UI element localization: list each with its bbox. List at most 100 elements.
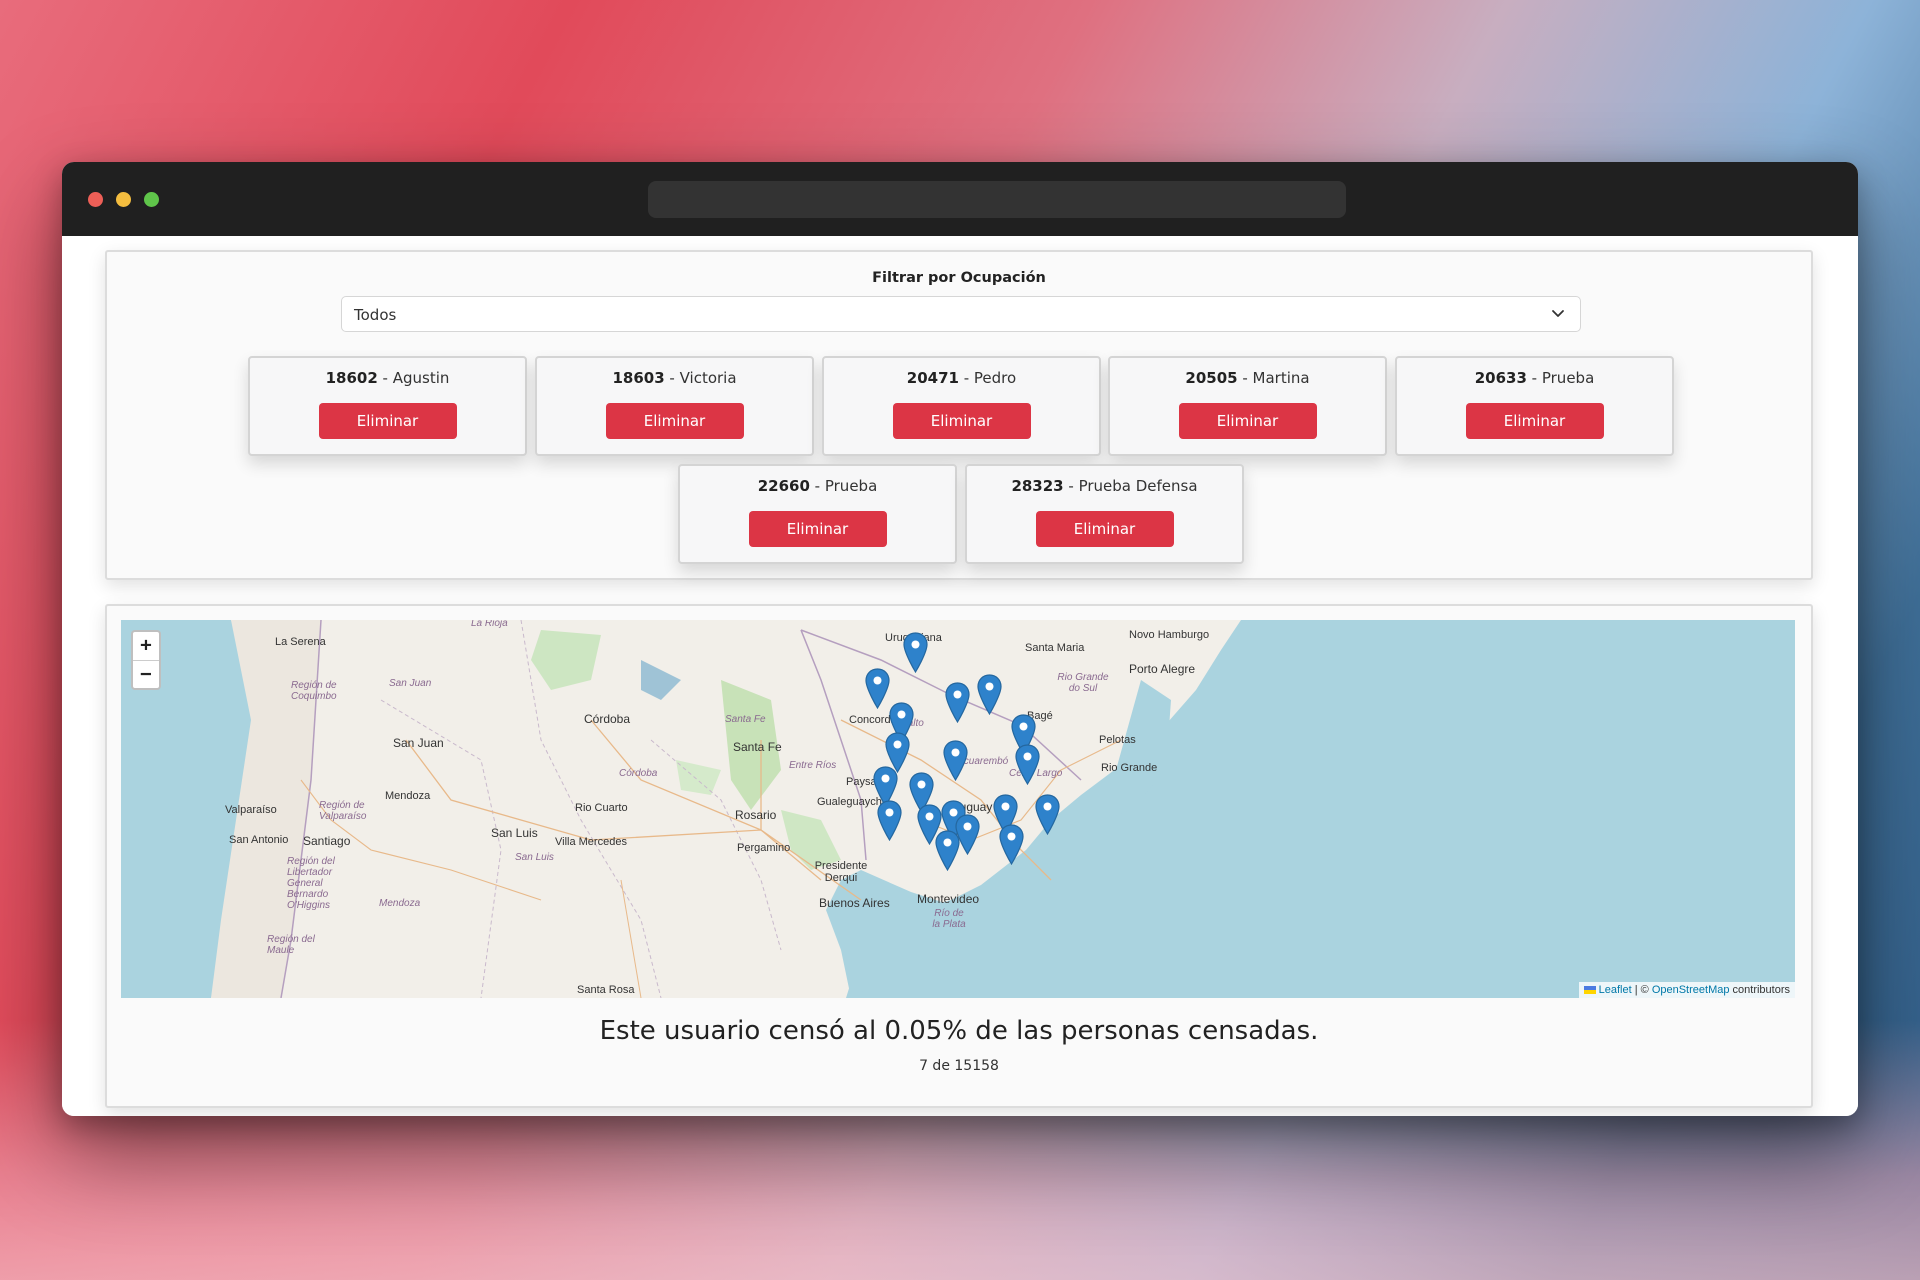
- zoom-control: + −: [131, 630, 161, 690]
- chevron-down-icon: [1552, 310, 1564, 317]
- delete-button[interactable]: Eliminar: [892, 403, 1031, 439]
- map-label: Córdoba: [584, 712, 631, 726]
- map-marker-icon[interactable]: [977, 674, 1002, 716]
- map-label: Novo Hamburgo: [1129, 629, 1210, 641]
- address-bar[interactable]: [648, 181, 1346, 218]
- ukraine-flag-icon: [1583, 986, 1596, 995]
- delete-button[interactable]: Eliminar: [318, 403, 457, 439]
- card-title: 18602 - Agustin: [250, 369, 525, 387]
- map-label: Santa Fe: [725, 714, 766, 725]
- map-label: Pergamino: [737, 842, 791, 854]
- filter-panel: Filtrar por Ocupación Todos 18602 - Agus…: [105, 250, 1813, 580]
- card-separator: -: [1237, 369, 1253, 387]
- map-label: La Serena: [275, 636, 326, 648]
- map-label: Rio Grande do Sul: [1057, 672, 1109, 694]
- browser-window: Filtrar por Ocupación Todos 18602 - Agus…: [62, 162, 1858, 1116]
- card-id: 18603: [612, 369, 665, 387]
- card-title: 20471 - Pedro: [824, 369, 1099, 387]
- map-label: San Antonio: [229, 834, 289, 846]
- map-marker-icon[interactable]: [903, 632, 928, 674]
- map-label: Región de Valparaíso: [319, 800, 367, 822]
- delete-button[interactable]: Eliminar: [1178, 403, 1317, 439]
- census-card: 18603 - Victoria Eliminar: [535, 356, 814, 456]
- map-panel: La Serena La Rioja Uruguaiana Santa Mari…: [105, 604, 1813, 1108]
- card-name: Victoria: [679, 369, 737, 387]
- card-id: 20471: [906, 369, 959, 387]
- map-marker-icon[interactable]: [945, 682, 970, 724]
- occupation-select[interactable]: Todos: [341, 296, 1581, 332]
- card-id: 20633: [1474, 369, 1527, 387]
- delete-button[interactable]: Eliminar: [605, 403, 744, 439]
- card-name: Agustin: [392, 369, 450, 387]
- title-bar: [62, 162, 1858, 236]
- card-id: 20505: [1185, 369, 1238, 387]
- map-label: Santa Rosa: [577, 984, 635, 996]
- census-card: 28323 - Prueba Defensa Eliminar: [965, 464, 1244, 564]
- card-name: Martina: [1252, 369, 1310, 387]
- map-label: Santa Maria: [1025, 642, 1085, 654]
- map-label: Presidente Derqui: [814, 860, 868, 884]
- zoom-in-button[interactable]: +: [133, 632, 159, 660]
- census-percentage-text: Este usuario censó al 0.05% de las perso…: [599, 1016, 1319, 1046]
- map-label: Buenos Aires: [819, 896, 890, 910]
- zoom-out-button[interactable]: −: [133, 660, 159, 688]
- map-marker-icon[interactable]: [943, 740, 968, 782]
- map-label: Santa Fe: [733, 740, 782, 754]
- delete-button[interactable]: Eliminar: [1035, 511, 1174, 547]
- map-label: Porto Alegre: [1129, 662, 1196, 676]
- card-title: 22660 - Prueba: [680, 477, 955, 495]
- card-separator: -: [1063, 477, 1079, 495]
- map-label: San Luis: [515, 852, 554, 863]
- map-label: La Rioja: [471, 620, 508, 629]
- card-separator: -: [377, 369, 393, 387]
- card-id: 22660: [757, 477, 810, 495]
- card-title: 28323 - Prueba Defensa: [967, 477, 1242, 495]
- map-label: Rio Grande: [1101, 762, 1158, 774]
- map-label: Rosario: [735, 808, 777, 822]
- map-label: Región de Coquimbo: [291, 680, 337, 702]
- census-card: 20633 - Prueba Eliminar: [1395, 356, 1674, 456]
- census-card: 20505 - Martina Eliminar: [1108, 356, 1387, 456]
- card-title: 20505 - Martina: [1110, 369, 1385, 387]
- map-marker-icon[interactable]: [935, 830, 960, 872]
- map-label: San Luis: [491, 826, 538, 840]
- minimize-window-button[interactable]: [116, 192, 131, 207]
- map-marker-icon[interactable]: [1035, 794, 1060, 836]
- card-name: Prueba Defensa: [1078, 477, 1198, 495]
- occupation-select-value: Todos: [354, 306, 397, 324]
- openstreetmap-link[interactable]: OpenStreetMap: [1652, 984, 1730, 996]
- map-marker-icon[interactable]: [1015, 744, 1040, 786]
- map-label: Región del Maule: [267, 934, 315, 956]
- map-label: Valparaíso: [225, 804, 277, 816]
- map[interactable]: La Serena La Rioja Uruguaiana Santa Mari…: [121, 620, 1795, 998]
- leaflet-link[interactable]: Leaflet: [1599, 984, 1632, 996]
- map-label: San Juan: [389, 678, 432, 689]
- map-label: Mendoza: [385, 790, 431, 802]
- attribution-separator: | ©: [1631, 984, 1652, 996]
- map-marker-icon[interactable]: [877, 800, 902, 842]
- card-name: Prueba: [824, 477, 878, 495]
- map-label: Pelotas: [1099, 734, 1136, 746]
- delete-button[interactable]: Eliminar: [1465, 403, 1604, 439]
- attribution-suffix: contributors: [1729, 984, 1790, 996]
- map-marker-icon[interactable]: [865, 668, 890, 710]
- delete-button[interactable]: Eliminar: [748, 511, 887, 547]
- census-card: 22660 - Prueba Eliminar: [678, 464, 957, 564]
- map-label: Mendoza: [379, 898, 421, 909]
- card-separator: -: [809, 477, 825, 495]
- card-separator: -: [958, 369, 974, 387]
- census-count-text: 7 de 15158: [919, 1058, 999, 1074]
- map-label: Entre Ríos: [789, 760, 837, 771]
- map-attribution: Leaflet | © OpenStreetMap contributors: [1578, 982, 1795, 998]
- card-separator: -: [1526, 369, 1542, 387]
- map-label: Rio Cuarto: [575, 802, 628, 814]
- page-content: Filtrar por Ocupación Todos 18602 - Agus…: [62, 236, 1858, 1116]
- map-marker-icon[interactable]: [999, 824, 1024, 866]
- close-window-button[interactable]: [88, 192, 103, 207]
- card-id: 18602: [325, 369, 378, 387]
- census-card: 20471 - Pedro Eliminar: [822, 356, 1101, 456]
- maximize-window-button[interactable]: [144, 192, 159, 207]
- map-label: Río de la Plata: [932, 908, 966, 930]
- card-title: 18603 - Victoria: [537, 369, 812, 387]
- census-card: 18602 - Agustin Eliminar: [248, 356, 527, 456]
